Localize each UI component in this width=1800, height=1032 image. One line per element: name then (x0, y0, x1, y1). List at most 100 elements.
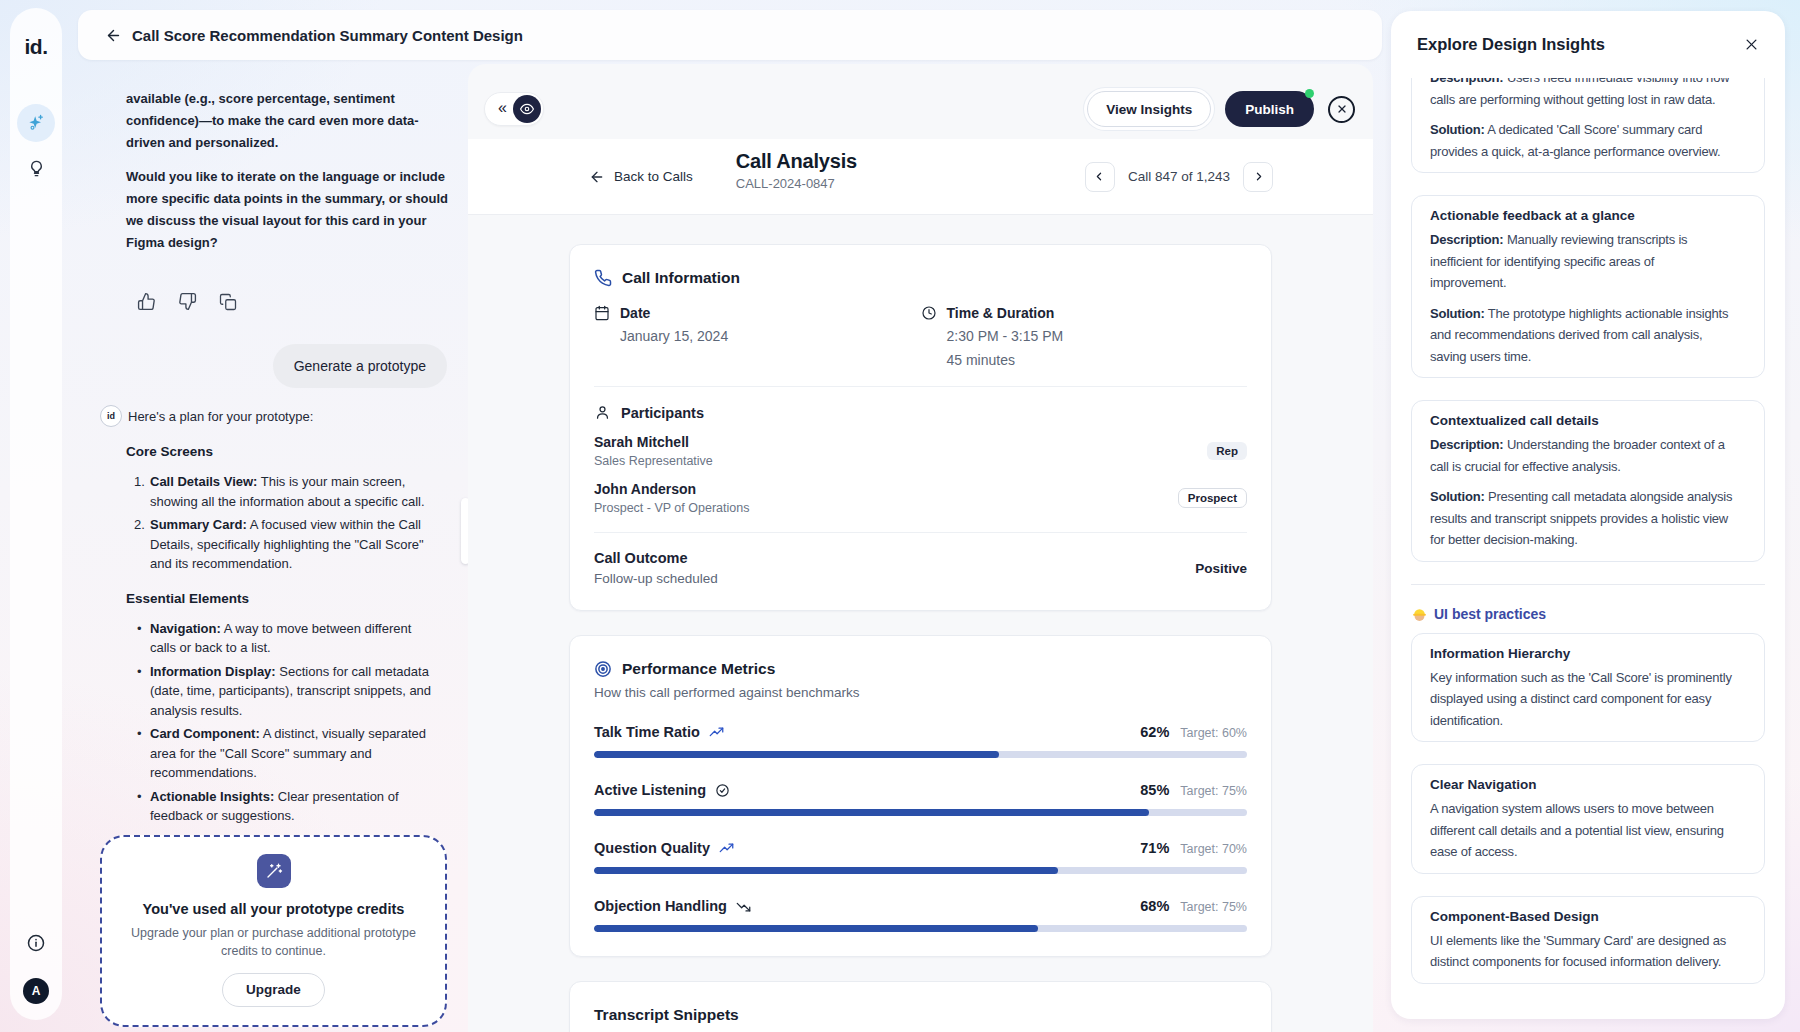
prototype-canvas: « View Insights Publish Back to Calls Ca… (468, 64, 1373, 1032)
arrow-left-icon (589, 169, 605, 185)
chevron-left-icon (1093, 170, 1106, 183)
user-message-bubble: Generate a prototype (273, 344, 447, 388)
insight-card: Contextualized call details Description:… (1411, 400, 1765, 562)
progress-track (594, 751, 1247, 758)
thumbs-down-button[interactable] (178, 292, 197, 311)
view-insights-button[interactable]: View Insights (1087, 91, 1211, 127)
construction-worker-icon (1411, 606, 1428, 623)
chevron-right-icon (1252, 170, 1265, 183)
progress-fill (594, 809, 1149, 816)
time-item: Time & Duration 2:30 PM - 3:15 PM 45 min… (921, 305, 1248, 369)
close-icon (1744, 37, 1759, 52)
lightbulb-nav-button[interactable] (17, 149, 55, 187)
call-info-heading: Call Information (622, 269, 740, 287)
performance-metrics-card: Performance Metrics How this call perfor… (569, 635, 1272, 957)
list-item: •Navigation: A way to move between diffe… (100, 619, 447, 658)
info-icon (26, 933, 46, 953)
back-to-calls-link[interactable]: Back to Calls (589, 169, 693, 185)
assistant-avatar: id (100, 405, 122, 427)
insight-card: Description: Users need immediate visibi… (1411, 78, 1765, 173)
check-circle-icon (715, 783, 730, 798)
next-call-button[interactable] (1243, 162, 1273, 192)
progress-track (594, 809, 1247, 816)
info-button[interactable] (17, 924, 55, 962)
metric-row: Question Quality 71%Target: 70% (594, 840, 1247, 874)
credits-title: You've used all your prototype credits (120, 901, 427, 917)
assistant-message-p1: available (e.g., score percentage, senti… (126, 88, 448, 154)
participants-icon (594, 404, 611, 421)
page-title: Call Score Recommendation Summary Conten… (132, 27, 523, 44)
close-prototype-button[interactable] (1328, 96, 1355, 123)
prospect-badge: Prospect (1178, 488, 1247, 508)
thumbs-up-button[interactable] (137, 292, 156, 311)
duration-value: 45 minutes (947, 351, 1248, 369)
close-icon (1336, 103, 1348, 115)
chat-panel: available (e.g., score percentage, senti… (100, 88, 447, 1027)
practice-card: Information Hierarchy Key information su… (1411, 633, 1765, 743)
metrics-heading: Performance Metrics (622, 660, 775, 678)
ui-best-practices-heading: UI best practices (1411, 606, 1765, 623)
clock-icon (921, 305, 937, 321)
target-icon (594, 660, 612, 678)
plan-intro-text: Here's a plan for your prototype: (128, 409, 313, 424)
progress-track (594, 925, 1247, 932)
upgrade-button[interactable]: Upgrade (222, 973, 325, 1007)
date-value: January 15, 2024 (620, 327, 921, 345)
transcript-heading: Transcript Snippets (594, 1006, 1247, 1024)
progress-fill (594, 925, 1038, 932)
collapse-icon[interactable]: « (491, 99, 513, 119)
trending-up-icon (709, 725, 724, 740)
phone-icon (594, 269, 612, 287)
thumbs-up-icon (137, 292, 156, 311)
call-outcome-row: Call Outcome Follow-up scheduled Positiv… (594, 550, 1247, 586)
core-screens-heading: Core Screens (126, 444, 447, 459)
sparkles-icon (26, 113, 46, 133)
progress-fill (594, 867, 1058, 874)
progress-track (594, 867, 1247, 874)
magic-wand-icon (257, 854, 291, 888)
call-analysis-title: Call Analysis (736, 150, 857, 173)
preview-toggle[interactable]: « (484, 92, 544, 126)
practice-card: Clear Navigation A navigation system all… (1411, 764, 1765, 874)
metric-row: Objection Handling 68%Target: 75% (594, 898, 1247, 932)
practice-card: Component-Based Design UI elements like … (1411, 896, 1765, 984)
insights-panel: Explore Design Insights Description: Use… (1391, 11, 1785, 1019)
prototype-body: Call Information Date January 15, 2024 T (468, 219, 1373, 1032)
arrow-left-icon (105, 27, 122, 44)
copy-button[interactable] (219, 292, 237, 311)
header-back-button[interactable] (105, 27, 122, 44)
user-avatar[interactable]: A (23, 978, 49, 1004)
participant-row: Sarah Mitchell Sales Representative Rep (594, 434, 1247, 468)
app-header: Call Score Recommendation Summary Conten… (78, 10, 1382, 60)
transcript-snippets-card: Transcript Snippets (569, 981, 1272, 1032)
insights-scroll-area[interactable]: Description: Users need immediate visibi… (1411, 78, 1765, 1005)
list-item: •Card Component: A distinct, visually se… (100, 724, 447, 783)
trending-up-icon (719, 841, 734, 856)
progress-fill (594, 751, 999, 758)
call-information-card: Call Information Date January 15, 2024 T (569, 244, 1272, 611)
app-logo: id. (25, 35, 48, 59)
icon-sidebar: id. A (10, 8, 62, 1020)
lightbulb-icon (27, 159, 46, 178)
prototype-header: Back to Calls Call Analysis CALL-2024-08… (468, 139, 1373, 215)
sparkle-nav-button[interactable] (17, 104, 55, 142)
outcome-badge: Positive (1195, 561, 1247, 576)
assistant-message-p2: Would you like to iterate on the languag… (126, 166, 448, 254)
publish-status-dot (1305, 89, 1314, 98)
eye-button[interactable] (513, 95, 541, 123)
trending-down-icon (736, 899, 751, 914)
calendar-icon (594, 305, 610, 321)
list-item: 2.Summary Card: A focused view within th… (100, 515, 447, 574)
publish-button[interactable]: Publish (1225, 91, 1314, 127)
pager-label: Call 847 of 1,243 (1128, 169, 1230, 184)
close-insights-button[interactable] (1744, 37, 1759, 52)
eye-icon (520, 102, 534, 116)
credits-card: You've used all your prototype credits U… (100, 835, 447, 1027)
prev-call-button[interactable] (1085, 162, 1115, 192)
insight-card: Actionable feedback at a glance Descript… (1411, 195, 1765, 378)
metrics-subheading: How this call performed against benchmar… (594, 685, 1247, 700)
list-item: •Actionable Insights: Clear presentation… (100, 787, 447, 826)
essential-elements-heading: Essential Elements (126, 591, 447, 606)
thumbs-down-icon (178, 292, 197, 311)
call-id: CALL-2024-0847 (736, 176, 857, 191)
